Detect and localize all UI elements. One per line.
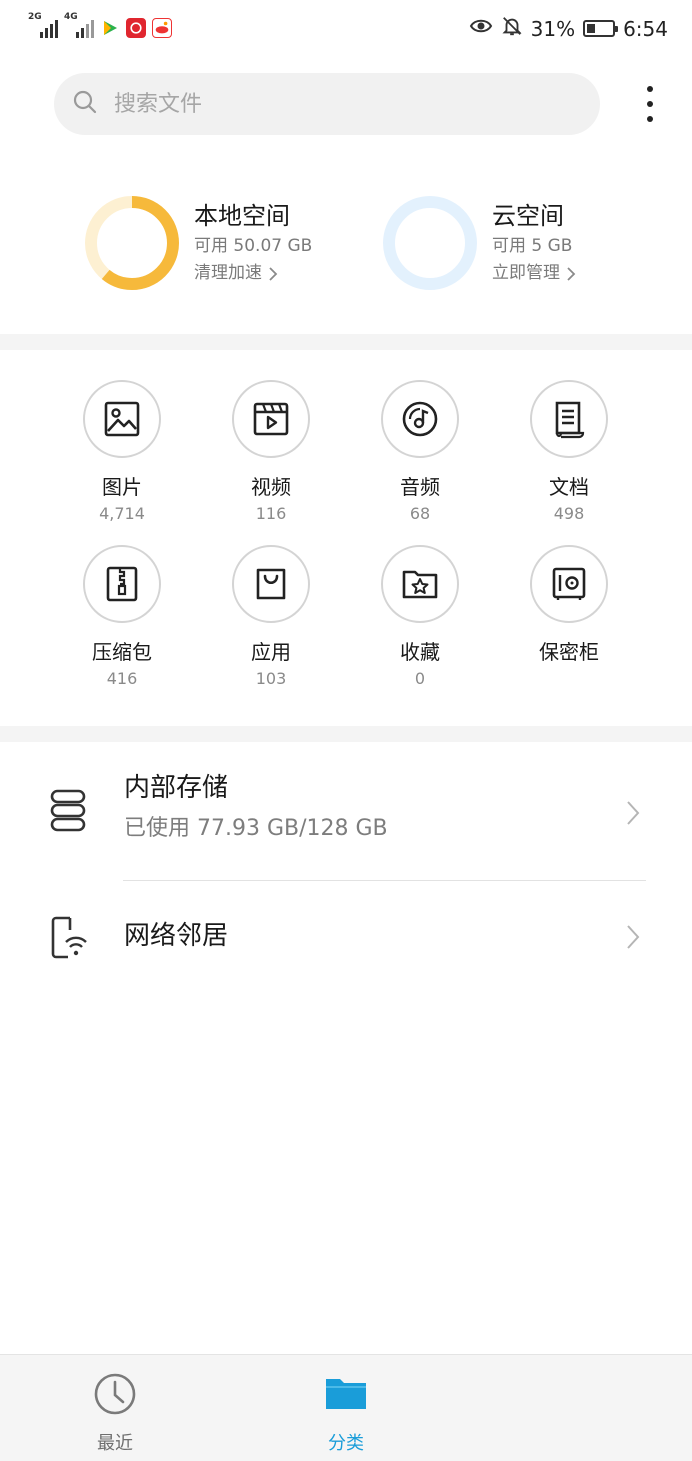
battery-icon [583,20,619,37]
category-favorites[interactable]: 收藏 0 [350,545,490,691]
section-divider [0,334,692,350]
app-bag-icon [256,568,286,600]
clean-accelerate-link[interactable]: 清理加速 [194,260,312,287]
netease-music-icon [126,18,146,38]
manage-now-link[interactable]: 立即管理 [492,260,576,287]
battery-percent: 31% [530,16,576,41]
chevron-right-icon [627,801,640,825]
category-videos[interactable]: 视频 116 [201,380,341,526]
search-bar[interactable] [54,73,600,135]
category-apps[interactable]: 应用 103 [201,545,341,691]
chevron-right-icon [627,925,640,949]
internal-storage-item[interactable]: 内部存储 已使用 77.93 GB/128 GB [0,770,692,860]
list-divider [123,880,646,881]
clock-time: 6:54 [623,16,668,41]
signal-2-icon: 4G [64,12,94,38]
local-space-card[interactable]: 本地空间 可用 50.07 GB 清理加速 [84,195,312,291]
category-safe[interactable]: 保密柜 [499,545,639,667]
network-neighbors-item[interactable]: 网络邻居 [0,908,692,968]
eye-icon [469,14,493,43]
local-space-available: 可用 50.07 GB [194,236,313,256]
archive-icon [106,566,138,602]
chevron-right-icon [269,266,278,281]
local-space-title: 本地空间 [194,202,290,230]
phone-wifi-icon [51,916,87,959]
nav-recent[interactable]: 最近 [65,1371,165,1455]
audio-icon [402,401,438,437]
status-left: 2G 4G [28,12,172,38]
document-icon [555,401,585,439]
signal-1-icon: 2G [28,12,58,38]
bottom-nav: 最近 分类 [0,1354,692,1461]
safe-icon [552,567,586,600]
network-neighbors-title: 网络邻居 [124,921,229,951]
search-icon [72,89,98,119]
favorite-icon [402,570,438,599]
search-input[interactable] [114,91,534,117]
storage-server-icon [50,789,86,832]
cloud-space-card[interactable]: 云空间 可用 5 GB 立即管理 [382,195,576,291]
cloud-space-title: 云空间 [492,202,564,230]
internal-storage-usage: 已使用 77.93 GB/128 GB [124,816,388,841]
category-archives[interactable]: 压缩包 416 [52,545,192,691]
category-documents[interactable]: 文档 498 [499,380,639,526]
folder-icon [326,1379,366,1409]
status-right: 31% 6:54 [469,14,668,43]
video-icon [253,402,289,436]
section-divider [0,726,692,742]
image-icon [104,401,140,437]
chevron-right-icon [567,266,576,281]
local-space-ring [85,196,179,290]
nav-categories[interactable]: 分类 [296,1371,396,1455]
internal-storage-title: 内部存储 [124,773,229,803]
cloud-space-available: 可用 5 GB [492,236,573,256]
category-audio[interactable]: 音频 68 [350,380,490,526]
status-bar: 2G 4G 31% 6:54 [0,0,692,58]
more-options-icon[interactable] [636,82,664,126]
mute-bell-icon [501,15,523,42]
cloud-space-ring [383,196,477,290]
clock-icon [94,1373,136,1415]
video-app-icon [100,18,120,38]
category-images[interactable]: 图片 4,714 [52,380,192,526]
sina-icon [152,18,172,38]
